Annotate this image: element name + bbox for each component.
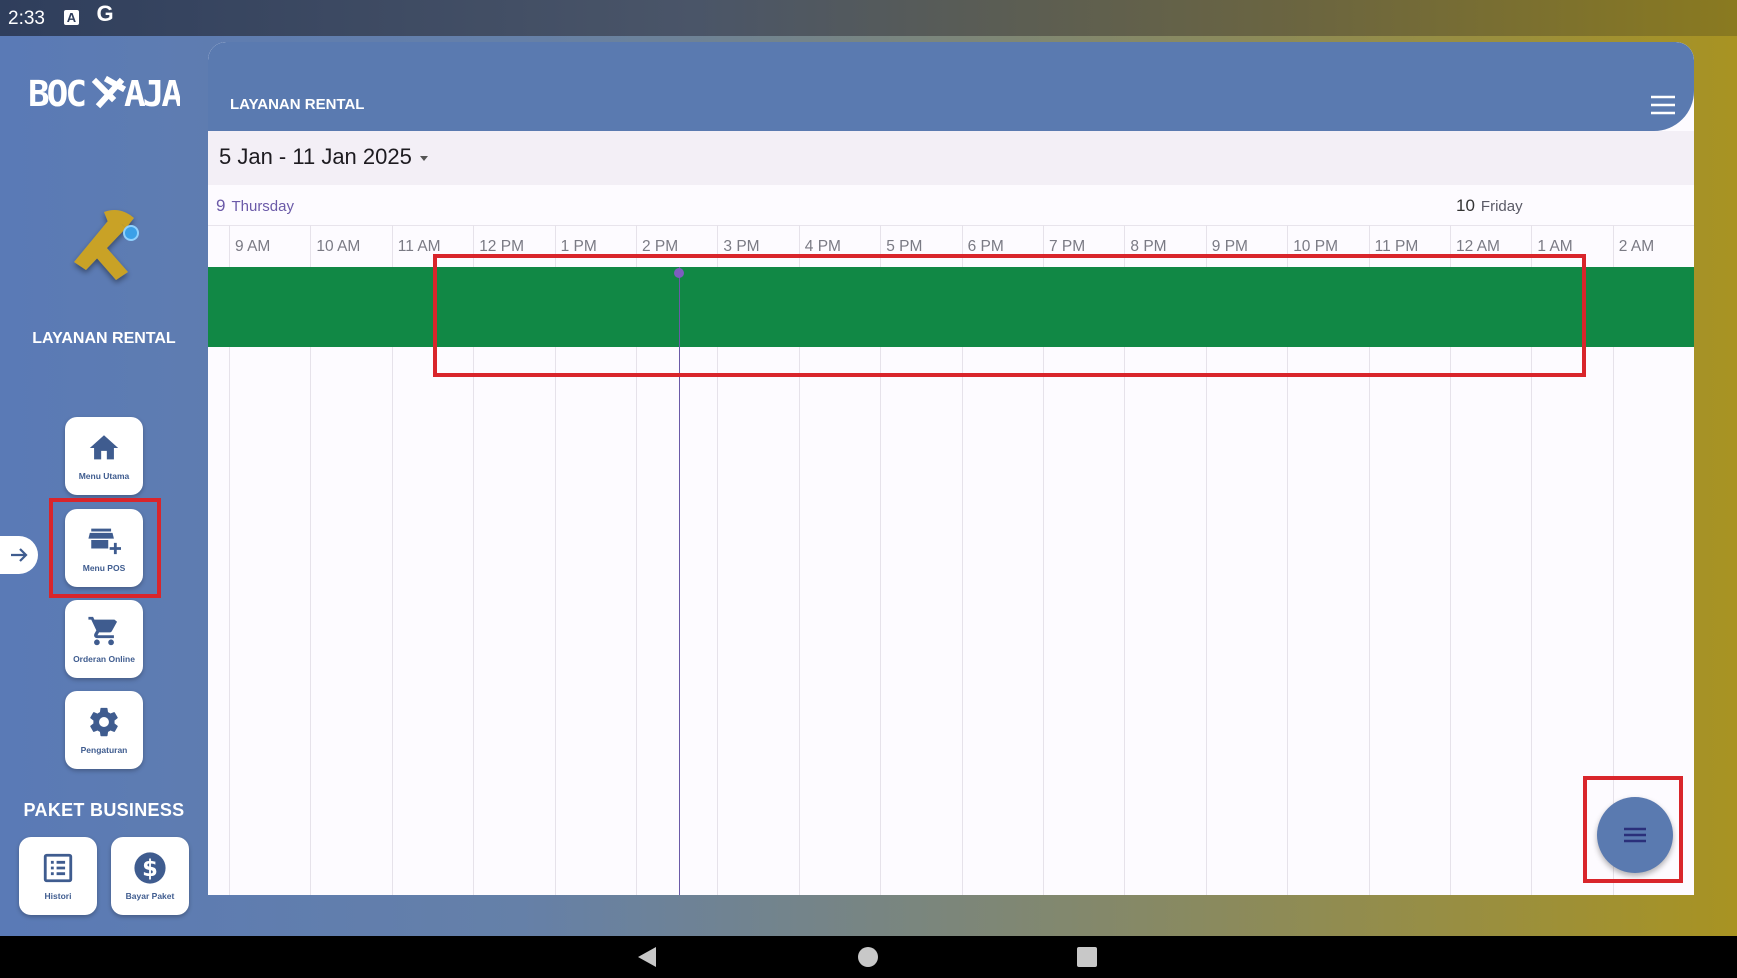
app-logo: BOC AJA (28, 74, 180, 115)
hour-label: 11 AM (397, 238, 441, 255)
expand-sidebar-button[interactable] (0, 536, 38, 574)
pengaturan-button[interactable]: Pengaturan (65, 691, 143, 769)
status-time: 2:33 (8, 8, 45, 29)
list-icon (43, 853, 73, 883)
hour-label: 11 PM (1374, 238, 1419, 255)
gear-icon (90, 707, 118, 737)
dollar-icon: $ (134, 852, 166, 884)
cart-icon (88, 616, 118, 646)
hour-label: 10 AM (316, 238, 361, 255)
home-circle-icon[interactable] (858, 947, 878, 967)
online-status-dot (123, 225, 139, 241)
date-range-label: 5 Jan - 11 Jan 2025 (219, 144, 412, 169)
orderan-online-button[interactable]: Orderan Online (65, 600, 143, 678)
svg-text:BOC: BOC (28, 74, 84, 115)
date-range-selector[interactable]: 5 Jan - 11 Jan 2025 (219, 144, 428, 170)
tile-label: Menu POS (82, 563, 126, 573)
hour-label: 1 AM (1537, 238, 1573, 255)
day-label-friday: 10 Friday (1456, 196, 1523, 216)
back-icon[interactable] (638, 947, 656, 967)
hour-label: 2 AM (1618, 238, 1655, 255)
menu-icon (1624, 827, 1646, 843)
hour-label: 4 PM (804, 238, 841, 255)
hour-label: 8 PM (1130, 238, 1167, 255)
hour-label: 12 AM (1456, 238, 1500, 255)
hour-label: 5 PM (886, 238, 923, 255)
hour-label: 1 PM (560, 238, 597, 255)
status-bar: 2:33 A G (0, 0, 1737, 36)
tile-label: Histori (44, 891, 72, 901)
notification-a-icon: A (64, 10, 79, 25)
svg-text:$: $ (142, 856, 158, 882)
panel-header: LAYANAN RENTAL (208, 42, 1694, 131)
hour-label: 3 PM (723, 238, 760, 255)
day-label-thursday: 9 Thursday (216, 196, 294, 216)
current-time-line (679, 267, 680, 895)
hour-label: 2 PM (642, 238, 679, 255)
hour-label: 7 PM (1049, 238, 1086, 255)
svg-text:AJA: AJA (124, 74, 180, 115)
hour-label: 9 PM (1211, 238, 1248, 255)
floating-menu-button[interactable] (1597, 797, 1673, 873)
rental-avatar-icon (74, 210, 134, 280)
day-name: Thursday (231, 198, 294, 215)
current-time-dot (674, 268, 684, 278)
arrow-right-icon (11, 548, 28, 562)
menu-utama-button[interactable]: Menu Utama (65, 417, 143, 495)
menu-icon[interactable] (1650, 94, 1676, 116)
tile-label: Orderan Online (73, 654, 135, 664)
tile-label: Pengaturan (80, 745, 128, 755)
tile-label: Bayar Paket (125, 891, 175, 901)
hour-label: 6 PM (967, 238, 1004, 255)
day-name: Friday (1480, 198, 1523, 215)
bayar-paket-button[interactable]: $ Bayar Paket (111, 837, 189, 915)
sidebar-title: LAYANAN RENTAL (32, 330, 176, 347)
hour-label: 12 PM (479, 238, 524, 255)
day-number: 10 (1456, 196, 1475, 215)
date-range-bar (208, 131, 1694, 185)
day-number: 9 (216, 196, 226, 215)
page-title: LAYANAN RENTAL (230, 96, 365, 113)
dropdown-caret-icon (419, 155, 428, 161)
rental-event-bar[interactable] (208, 267, 1694, 347)
tile-label: Menu Utama (78, 471, 130, 481)
histori-button[interactable]: Histori (19, 837, 97, 915)
store-add-icon (88, 528, 121, 555)
hour-label: 10 PM (1293, 238, 1338, 255)
google-icon: G (96, 1, 114, 26)
menu-pos-button[interactable]: Menu POS (65, 509, 143, 587)
recents-icon[interactable] (1077, 947, 1097, 967)
paket-section-title: PAKET BUSINESS (23, 800, 185, 820)
hour-label: 9 AM (235, 238, 271, 255)
main-panel: LAYANAN RENTAL (208, 42, 1694, 895)
home-icon (89, 435, 119, 460)
